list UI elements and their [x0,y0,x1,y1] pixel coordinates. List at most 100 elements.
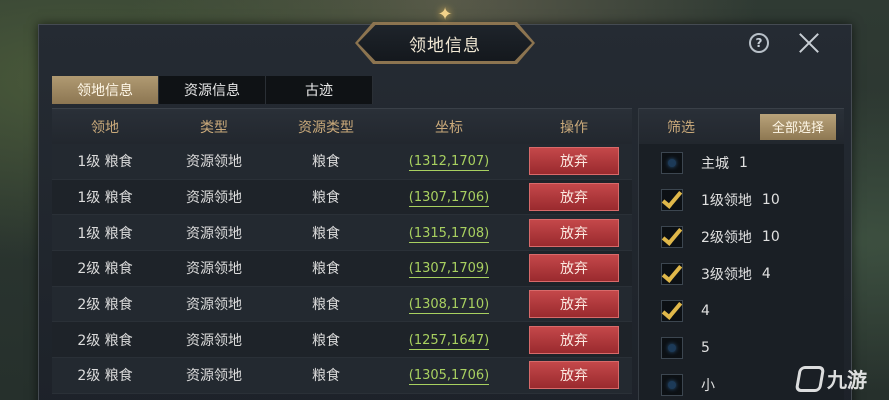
watermark-logo-icon [794,365,826,392]
checkbox-dot-icon [668,158,676,167]
filter-item-label: 5 [701,339,710,356]
window-title: 领地信息 [409,35,481,56]
cell-action: 放弃 [516,325,632,354]
cell-coord: (1312,1707) [382,153,516,172]
abandon-button[interactable]: 放弃 [529,361,619,390]
cell-type: 资源领地 [186,190,242,207]
abandon-button[interactable]: 放弃 [529,290,619,319]
cell-resource: 粮食 [312,297,340,314]
cell-type: 资源领地 [186,261,242,278]
cell-action: 放弃 [516,361,632,390]
cell-level: 2级 粮食 [77,297,133,314]
watermark-text: 九游 [827,368,867,392]
abandon-button[interactable]: 放弃 [529,325,619,354]
filter-item-count: 10 [761,191,780,208]
tab-bar: 领地信息 资源信息 古迹 [52,76,373,104]
filter-item-label: 3级领地 [701,266,752,283]
filter-item-main-city[interactable]: 主城 1 [639,144,844,181]
checkbox-dot-icon [668,380,676,389]
abandon-button[interactable]: 放弃 [529,254,619,283]
filter-item-label: 主城 [701,155,729,172]
tab-territory-info[interactable]: 领地信息 [52,76,159,104]
cell-coord: (1257,1647) [382,332,516,350]
table-row: 2级 粮食 资源领地 粮食 (1257,1647) 放弃 [52,322,632,359]
cell-level: 1级 粮食 [77,225,133,242]
filter-item-label: 小 [701,377,715,394]
cell-level: 1级 粮食 [77,190,133,207]
abandon-button[interactable]: 放弃 [529,218,619,247]
header-territory: 领地 [91,119,119,136]
table-row: 1级 粮食 资源领地 粮食 (1307,1706) 放弃 [52,179,632,216]
header-coordinates: 坐标 [435,119,463,136]
cell-resource: 粮食 [312,190,340,207]
watermark: 九游 [794,364,867,393]
cell-action: 放弃 [516,183,632,212]
table-row: 1级 粮食 资源领地 粮食 (1312,1707) 放弃 [52,144,632,180]
table-row: 2级 粮食 资源领地 粮食 (1305,1706) 放弃 [52,358,632,394]
cell-coord: (1308,1710) [382,296,516,315]
table-body: 1级 粮食 资源领地 粮食 (1312,1707) 放弃 1级 粮食 资源领地 … [52,144,632,394]
header-action: 操作 [560,119,588,136]
checkbox-unchecked[interactable] [661,373,683,396]
table-row: 2级 粮食 资源领地 粮食 (1308,1710) 放弃 [52,286,632,323]
filter-item-label: 1级领地 [701,192,752,209]
coord-link[interactable]: (1257,1647) [408,332,490,350]
cell-action: 放弃 [516,218,632,247]
checkbox-checked[interactable] [661,260,683,285]
filter-item-level5[interactable]: 5 [639,329,844,366]
cell-level: 2级 粮食 [77,332,133,349]
filter-item-label: 4 [701,302,710,319]
filter-item-level1[interactable]: 1级领地 10 [639,181,844,218]
cell-type: 资源领地 [186,297,242,314]
filter-item-level4[interactable]: 4 [639,292,844,329]
territory-table: 领地 类型 资源类型 坐标 操作 1级 粮食 资源领地 粮食 (1312,170… [52,108,632,400]
filter-item-level2[interactable]: 2级领地 10 [639,218,844,255]
cell-coord: (1307,1706) [382,189,516,208]
cell-level: 2级 粮食 [77,368,133,385]
coord-link[interactable]: (1312,1707) [408,154,490,172]
close-button[interactable] [797,30,821,54]
checkbox-checked[interactable] [661,297,683,322]
table-header: 领地 类型 资源类型 坐标 操作 [52,108,632,144]
filter-item-count: 10 [761,228,780,245]
title-plate: 领地信息 [358,25,532,61]
cell-action: 放弃 [516,147,632,176]
checkmark-icon [661,260,683,283]
checkmark-icon [661,297,683,320]
filter-panel: 筛选 全部选择 主城 1 1级领地 10 2级领地 10 3级领地 4 4 5 … [638,108,844,400]
coord-link[interactable]: (1307,1709) [408,261,490,279]
cell-type: 资源领地 [186,225,242,242]
checkbox-unchecked[interactable] [661,151,683,174]
header-resource-type: 资源类型 [298,119,354,136]
filter-item-level3[interactable]: 3级领地 4 [639,255,844,292]
checkmark-icon [661,223,683,246]
abandon-button[interactable]: 放弃 [529,147,619,176]
filter-header: 筛选 全部选择 [639,108,844,144]
checkmark-icon [661,186,683,209]
cell-coord: (1305,1706) [382,367,516,386]
checkbox-unchecked[interactable] [661,336,683,359]
cell-type: 资源领地 [186,332,242,349]
tab-resource-info[interactable]: 资源信息 [159,76,266,104]
cell-action: 放弃 [516,290,632,319]
cell-resource: 粮食 [312,332,340,349]
tab-ruins[interactable]: 古迹 [266,76,373,104]
cell-type: 资源领地 [186,368,242,385]
abandon-button[interactable]: 放弃 [529,183,619,212]
cell-resource: 粮食 [312,368,340,385]
checkbox-checked[interactable] [661,223,683,248]
cell-level: 2级 粮食 [77,261,133,278]
coord-link[interactable]: (1307,1706) [408,190,490,208]
cell-resource: 粮食 [312,225,340,242]
coord-link[interactable]: (1308,1710) [408,297,490,315]
cell-resource: 粮食 [312,154,340,171]
filter-item-count: 1 [739,154,748,171]
select-all-button[interactable]: 全部选择 [760,113,836,140]
table-row: 1级 粮食 资源领地 粮食 (1315,1708) 放弃 [52,215,632,252]
help-button[interactable]: ? [749,33,769,53]
checkbox-checked[interactable] [661,186,683,211]
filter-item-label: 2级领地 [701,229,752,246]
coord-link[interactable]: (1315,1708) [408,225,490,243]
coord-link[interactable]: (1305,1706) [408,368,490,386]
cell-coord: (1315,1708) [382,225,516,243]
